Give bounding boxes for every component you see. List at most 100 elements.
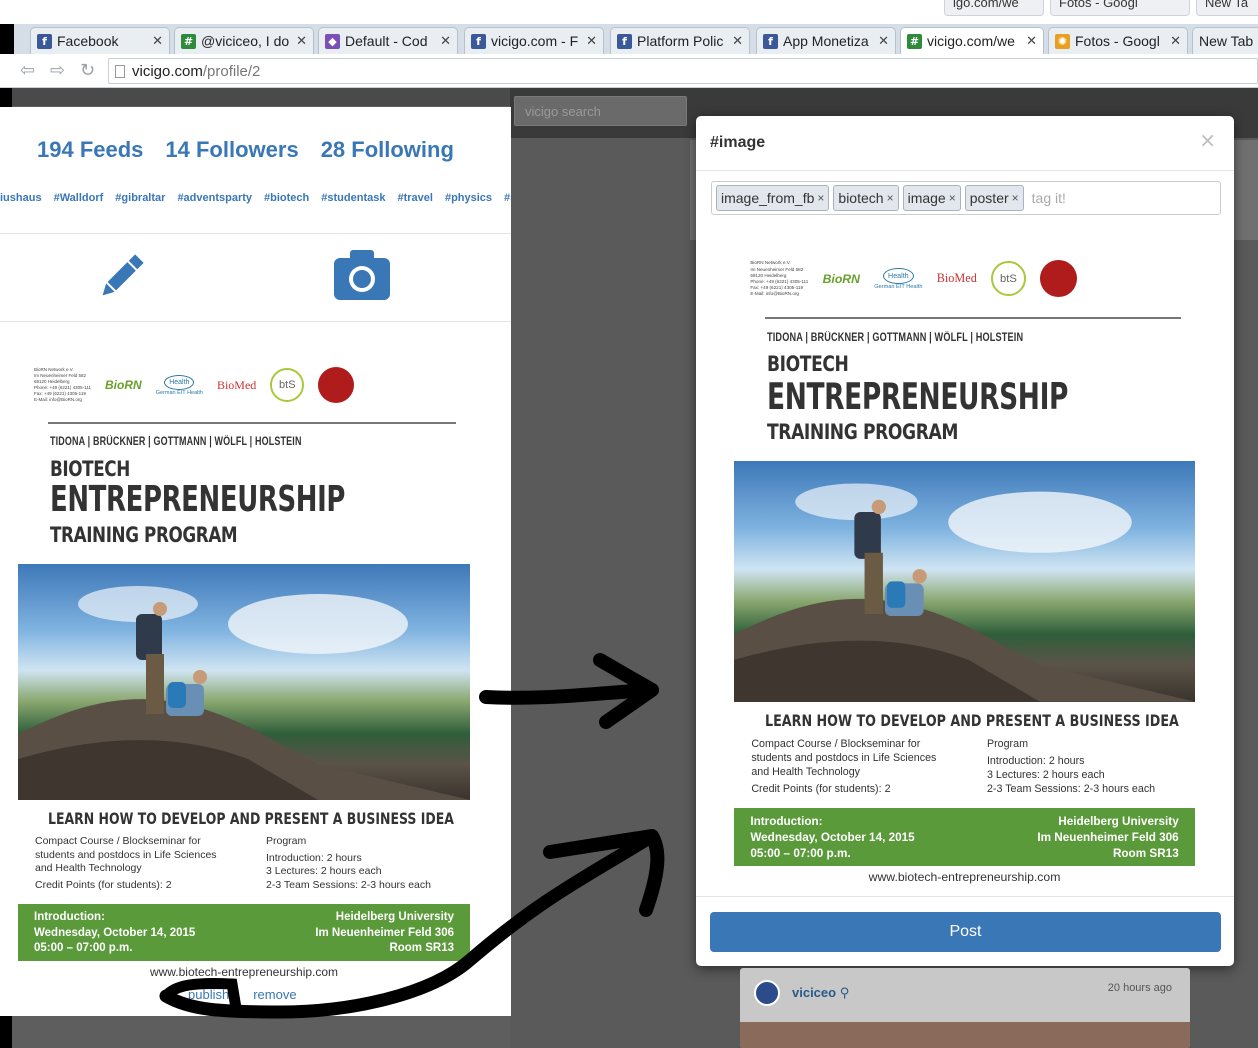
course-line: and Health Technology — [35, 862, 142, 875]
browser-tab[interactable]: f App Monetiza ✕ — [756, 27, 896, 54]
program-description: Program Introduction: 2 hours 3 Lectures:… — [987, 738, 1191, 797]
url-input[interactable]: vicigo.com/profile/2 — [108, 58, 1258, 84]
close-icon[interactable]: × — [1199, 128, 1216, 152]
divider — [0, 233, 511, 234]
feed-author[interactable]: viciceo ⚲ — [792, 985, 849, 1001]
tag-chip-label: poster — [969, 190, 1009, 206]
tab-close-icon[interactable]: ✕ — [1026, 33, 1037, 49]
hashtag-link[interactable]: #s — [504, 192, 511, 204]
eit-health-mark: Health — [164, 374, 195, 390]
course-line: Compact Course / Blockseminar for — [35, 835, 201, 847]
publish-link[interactable]: publish — [188, 987, 229, 1002]
browser-tab[interactable]: f Facebook ✕ — [30, 27, 170, 54]
program-line: Introduction: 2 hours — [266, 851, 362, 864]
feeds-count[interactable]: 194 Feeds — [37, 137, 143, 163]
hashtag-link[interactable]: #gibraltar — [115, 192, 165, 204]
tab-title: Fotos - Googl — [1075, 33, 1160, 49]
tab-title: Default - Cod — [345, 33, 428, 49]
facebook-icon: f — [37, 33, 52, 49]
browser-tab[interactable]: f vicigo.com - F ✕ — [464, 27, 604, 54]
tab-close-icon[interactable]: ✕ — [440, 33, 451, 49]
tab-close-icon[interactable]: ✕ — [152, 33, 163, 49]
tab-title: @viciceo, I do — [201, 33, 290, 49]
forward-icon[interactable]: ⇨ — [50, 60, 65, 81]
event-date-line: Wednesday, October 14, 2015 — [34, 926, 196, 939]
feed-image[interactable] — [740, 1022, 1190, 1048]
tab-title: vicigo.com/we — [927, 33, 1015, 49]
post-button[interactable]: Post — [710, 912, 1221, 952]
facebook-icon: f — [471, 33, 486, 49]
hashtag-link[interactable]: iushaus — [0, 192, 42, 204]
program-title: Program — [266, 835, 307, 847]
program-line: 2-3 Team Sessions: 2-3 hours each — [266, 878, 431, 891]
address-bar-row: ⇦ ⇨ ↻ vicigo.com/profile/2 — [0, 54, 1258, 88]
hashtag-link[interactable]: #studentask — [321, 192, 385, 204]
remove-tag-icon[interactable]: × — [949, 191, 956, 205]
hashtag-link[interactable]: #physics — [445, 192, 492, 204]
tag-input[interactable]: image_from_fb × biotech × image × poster × t… — [711, 181, 1221, 215]
feed-author-name: viciceo — [792, 985, 837, 1000]
tag-chip-label: biotech — [838, 190, 884, 206]
remove-link[interactable]: remove — [253, 987, 296, 1002]
poster-subheading: LEARN HOW TO DEVELOP AND PRESENT A BUSIN… — [48, 809, 454, 828]
browser-tab[interactable]: New Tab — [1192, 27, 1258, 54]
site-search-input[interactable]: vicigo search — [514, 96, 687, 126]
browser-tab[interactable]: f Platform Polic ✕ — [610, 27, 750, 54]
event-venue-line: Heidelberg University — [335, 911, 454, 923]
browser-tab[interactable]: ◆ Default - Cod ✕ — [318, 27, 458, 54]
program-title: Program — [986, 737, 1028, 750]
reload-icon[interactable]: ↻ — [80, 60, 95, 81]
modal-title: #image — [710, 134, 766, 151]
post-modal: #image × image_from_fb × biotech × image × … — [696, 116, 1234, 966]
hashtag-link[interactable]: #Walldorf — [54, 192, 104, 204]
event-date-line: Introduction: — [750, 815, 823, 829]
course-line: Compact Course / Blockseminar for — [751, 737, 921, 750]
hikers-photo — [18, 564, 470, 800]
browser-tab-active[interactable]: # vicigo.com/we ✕ — [900, 27, 1044, 54]
hashtag-link[interactable]: #travel — [397, 192, 432, 204]
hashtag-icon: # — [181, 33, 196, 49]
biomed-logo: BioMed — [216, 377, 257, 392]
hashtag-link[interactable]: #biotech — [264, 192, 309, 204]
followers-count[interactable]: 14 Followers — [165, 137, 298, 163]
page-icon — [115, 64, 125, 78]
remove-tag-icon[interactable]: × — [887, 191, 894, 205]
program-line: 3 Lectures: 2 hours each — [986, 768, 1105, 781]
org-address-line: E-Mail: info@BioRN.org — [750, 291, 799, 297]
camera-icon[interactable] — [334, 250, 390, 300]
remove-tag-icon[interactable]: × — [817, 191, 824, 205]
following-count[interactable]: 28 Following — [321, 137, 454, 163]
poster-heading-line3: TRAINING PROGRAM — [50, 523, 238, 547]
tab-close-icon[interactable]: ✕ — [732, 33, 743, 49]
url-path: /profile/2 — [202, 62, 261, 80]
event-date-line: Introduction: — [34, 911, 105, 923]
tag-placeholder[interactable]: tag it! — [1032, 190, 1066, 206]
avatar[interactable] — [754, 980, 780, 1006]
tab-close-icon[interactable]: ✕ — [878, 33, 889, 49]
org-address-line: E-Mail: info@BioRN.org — [34, 397, 82, 402]
course-line: students and postdocs in Life Sciences — [751, 751, 937, 764]
eit-health-caption: German EIT Health — [155, 389, 203, 396]
program-line: Introduction: 2 hours — [986, 754, 1085, 767]
tag-chip: image_from_fb × — [716, 185, 830, 211]
hashtag-link[interactable]: #adventsparty — [177, 192, 252, 204]
back-icon[interactable]: ⇦ — [20, 60, 35, 81]
facebook-icon: f — [617, 33, 632, 49]
poster-image: BioRN Network e.V. Im Neuenheimer Feld 58… — [18, 347, 470, 982]
bts-logo: btS — [270, 368, 305, 402]
university-seal-icon — [318, 367, 355, 403]
tab-title: vicigo.com - F — [491, 33, 579, 49]
remove-tag-icon[interactable]: × — [1012, 191, 1019, 205]
pencil-icon[interactable] — [98, 253, 144, 301]
tab-close-icon[interactable]: ✕ — [1170, 33, 1181, 49]
background-window-strip: igo.com/we Fotos - Googl New Ta — [0, 0, 1258, 24]
browser-tab[interactable]: # @viciceo, I do ✕ — [174, 27, 314, 54]
browser-tab[interactable]: ✺ Fotos - Googl ✕ — [1048, 27, 1188, 54]
poster-heading-line1: BIOTECH — [766, 352, 849, 378]
event-venue-line: Im Neuenheimer Feld 306 — [315, 926, 454, 939]
program-line: 3 Lectures: 2 hours each — [266, 865, 382, 878]
eit-health-caption: German EIT Health — [874, 283, 923, 290]
tab-close-icon[interactable]: ✕ — [586, 33, 597, 49]
university-seal-icon — [1040, 260, 1077, 298]
tab-close-icon[interactable]: ✕ — [296, 33, 307, 49]
